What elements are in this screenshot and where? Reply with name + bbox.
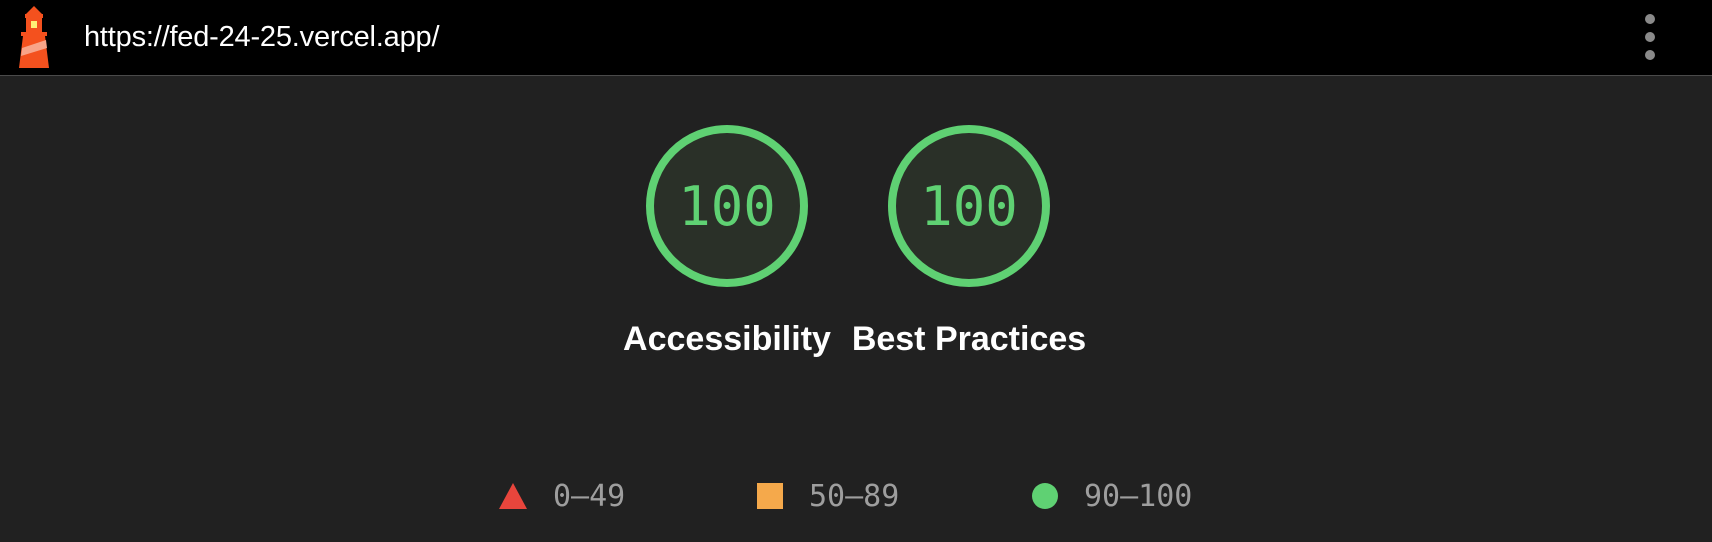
menu-dot <box>1645 14 1655 24</box>
lighthouse-logo-icon <box>19 6 49 68</box>
legend-range: 0–49 <box>553 478 626 514</box>
score-ring: 100 <box>885 122 1053 290</box>
legend-range: 90–100 <box>1084 478 1193 514</box>
legend-item-fail: 0–49 <box>499 474 625 518</box>
page-url: https://fed-24-25.vercel.app/ <box>84 21 440 53</box>
score-legend: 0–49 50–89 90–100 <box>0 474 1712 518</box>
triangle-icon <box>499 483 527 509</box>
vertical-dots-menu-icon[interactable] <box>1634 12 1666 62</box>
circle-icon <box>1032 483 1058 509</box>
menu-dot <box>1645 50 1655 60</box>
score-ring: 100 <box>643 122 811 290</box>
gauge-label: Accessibility <box>623 320 831 358</box>
score-value: 100 <box>678 174 776 238</box>
legend-item-average: 50–89 <box>757 474 899 518</box>
gauge-label: Best Practices <box>851 320 1087 358</box>
square-icon <box>757 483 783 509</box>
gauge-best-practices[interactable]: 100 Best Practices <box>851 122 1087 364</box>
top-bar: https://fed-24-25.vercel.app/ <box>0 0 1712 76</box>
legend-range: 50–89 <box>809 478 900 514</box>
menu-dot <box>1645 32 1655 42</box>
score-value: 100 <box>920 174 1018 238</box>
legend-item-pass: 90–100 <box>1032 474 1192 518</box>
gauge-accessibility[interactable]: 100 Accessibility <box>609 122 845 364</box>
